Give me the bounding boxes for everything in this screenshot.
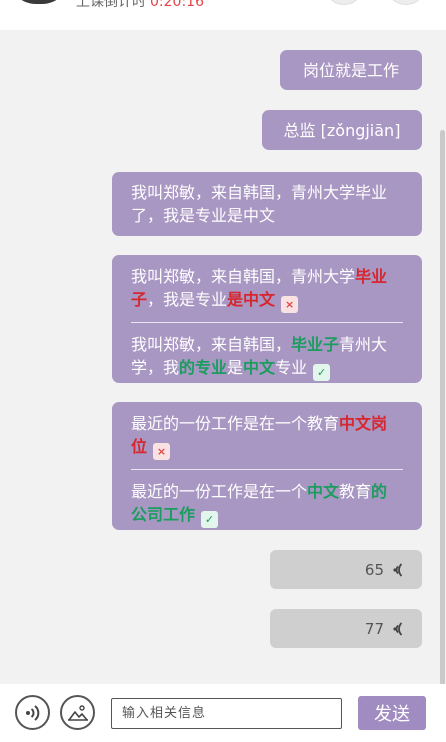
wrong-mark-icon: × (153, 443, 171, 460)
countdown-time: 0:20:16 (150, 0, 204, 10)
corrected-sentence: 我叫郑敏，来自韩国，毕业子青州大学，我的专业是中文专业 ✓ (131, 335, 388, 381)
correct-text: 中文 (307, 482, 340, 501)
corrected-sentence: 最近的一份工作是在一个中文教育的公司工作 ✓ (131, 482, 388, 528)
voice-duration: 77 (364, 619, 384, 638)
voice-wave-icon (393, 562, 403, 577)
message-text: 总监 [zǒngjiān] (283, 120, 401, 140)
check-mark-icon: ✓ (201, 511, 219, 528)
correct-text: 的专业 (179, 358, 228, 377)
header-button[interactable] (326, 0, 362, 5)
image-icon (67, 704, 88, 721)
error-text: 是中文 (227, 290, 276, 309)
scrollbar[interactable] (440, 130, 445, 684)
message-input[interactable] (111, 698, 342, 729)
voice-message[interactable]: 65 (270, 550, 422, 589)
original-sentence: 我叫郑敏，来自韩国，青州大学毕业子，我是专业是中文 × (131, 267, 388, 313)
send-button[interactable]: 发送 (358, 696, 426, 730)
chat-bubble: 岗位就是工作 (280, 50, 422, 90)
wrong-mark-icon: × (281, 296, 299, 313)
original-sentence: 最近的一份工作是在一个教育中文岗位 × (131, 414, 388, 460)
correction-bubble: 最近的一份工作是在一个教育中文岗位 × 最近的一份工作是在一个中文教育的公司工作 ✓ (112, 402, 422, 530)
check-mark-icon: ✓ (313, 364, 331, 381)
countdown-label: 上课倒计时 (76, 0, 146, 10)
header: 上课倒计时 0:20:16 (0, 0, 446, 30)
voice-wave-icon (393, 621, 403, 636)
message-text: 岗位就是工作 (302, 60, 399, 80)
avatar (8, 0, 70, 4)
input-bar: 发送 (0, 684, 446, 742)
correction-bubble: 我叫郑敏，来自韩国，青州大学毕业子，我是专业是中文 × 我叫郑敏，来自韩国，毕业子… (112, 255, 422, 383)
chat-bubble: 总监 [zǒngjiān] (262, 110, 422, 150)
voice-input-button[interactable] (15, 695, 50, 730)
voice-icon (25, 704, 39, 721)
correct-text: 毕业子 (291, 335, 340, 354)
correct-text: 中文 (243, 358, 276, 377)
voice-message[interactable]: 77 (270, 609, 422, 648)
voice-duration: 65 (364, 560, 384, 579)
header-button[interactable] (388, 0, 424, 5)
chat-area[interactable]: 岗位就是工作 总监 [zǒngjiān] 我叫郑敏，来自韩国，青州大学毕业了，我… (0, 30, 446, 684)
message-text: 我叫郑敏，来自韩国，青州大学毕业了，我是专业是中文 (131, 183, 388, 225)
chat-bubble: 我叫郑敏，来自韩国，青州大学毕业了，我是专业是中文 (112, 172, 422, 236)
class-countdown: 上课倒计时 0:20:16 (76, 0, 204, 11)
image-button[interactable] (60, 695, 95, 730)
